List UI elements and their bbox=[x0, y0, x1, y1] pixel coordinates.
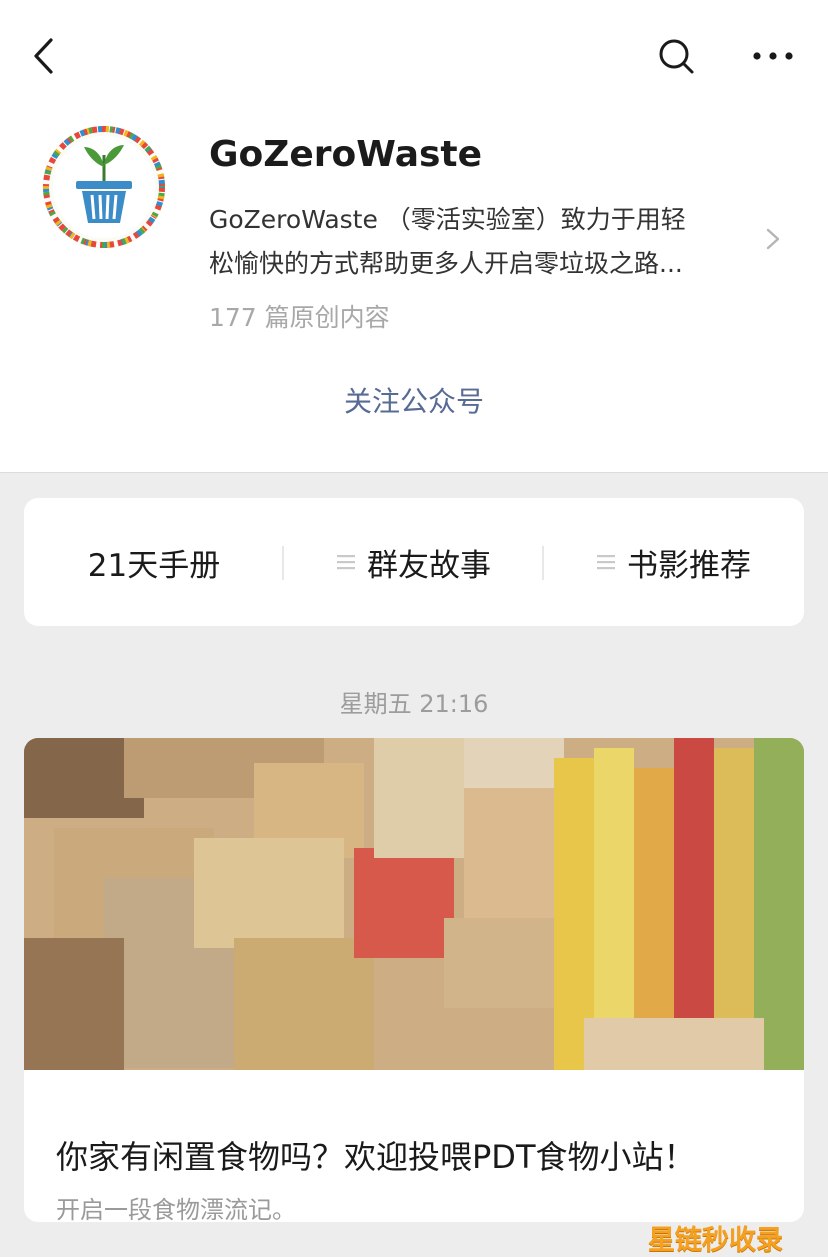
article-cover-image bbox=[24, 738, 804, 1070]
article-card[interactable]: 你家有闲置食物吗？欢迎投喂PDT食物小站！ 开启一段食物漂流记。 bbox=[24, 738, 804, 1222]
follow-account-button[interactable]: 关注公众号 bbox=[0, 380, 828, 420]
description-line-2: 松愉快的方式帮助更多人开启零垃圾之路... bbox=[209, 249, 683, 278]
menu-item-label: 21天手册 bbox=[87, 547, 221, 584]
submenu-icon bbox=[337, 555, 355, 570]
menu-item-label: 群友故事 bbox=[367, 547, 491, 584]
description-line-1: GoZeroWaste （零活实验室）致力于用轻 bbox=[209, 205, 686, 234]
menu-item-handbook[interactable]: 21天手册 bbox=[24, 498, 284, 626]
chevron-right-icon[interactable] bbox=[762, 224, 784, 254]
search-icon[interactable] bbox=[652, 32, 700, 80]
article-title[interactable]: 你家有闲置食物吗？欢迎投喂PDT食物小站！ bbox=[56, 1132, 696, 1178]
watermark-text: 星链秒收录 bbox=[648, 1225, 783, 1256]
submenu-icon bbox=[597, 555, 615, 570]
account-menu-bar: 21天手册 群友故事 书影推荐 bbox=[24, 498, 804, 626]
account-name: GoZeroWaste bbox=[209, 134, 483, 175]
menu-item-member-stories[interactable]: 群友故事 bbox=[284, 498, 544, 626]
more-dots-icon[interactable] bbox=[748, 34, 798, 78]
menu-item-label: 书影推荐 bbox=[627, 547, 751, 584]
menu-divider bbox=[542, 546, 544, 580]
back-chevron-icon[interactable] bbox=[26, 34, 66, 78]
menu-item-book-film-recommend[interactable]: 书影推荐 bbox=[544, 498, 804, 626]
article-subtitle: 开启一段食物漂流记。 bbox=[56, 1196, 296, 1222]
menu-divider bbox=[282, 546, 284, 580]
original-article-count: 177 篇原创内容 bbox=[209, 303, 390, 332]
account-header-section: GoZeroWaste GoZeroWaste （零活实验室）致力于用轻 松愉快… bbox=[0, 0, 828, 473]
account-logo[interactable] bbox=[40, 123, 168, 251]
message-timestamp: 星期五 21:16 bbox=[339, 690, 489, 718]
account-description[interactable]: GoZeroWaste （零活实验室）致力于用轻 松愉快的方式帮助更多人开启零垃… bbox=[209, 198, 769, 286]
